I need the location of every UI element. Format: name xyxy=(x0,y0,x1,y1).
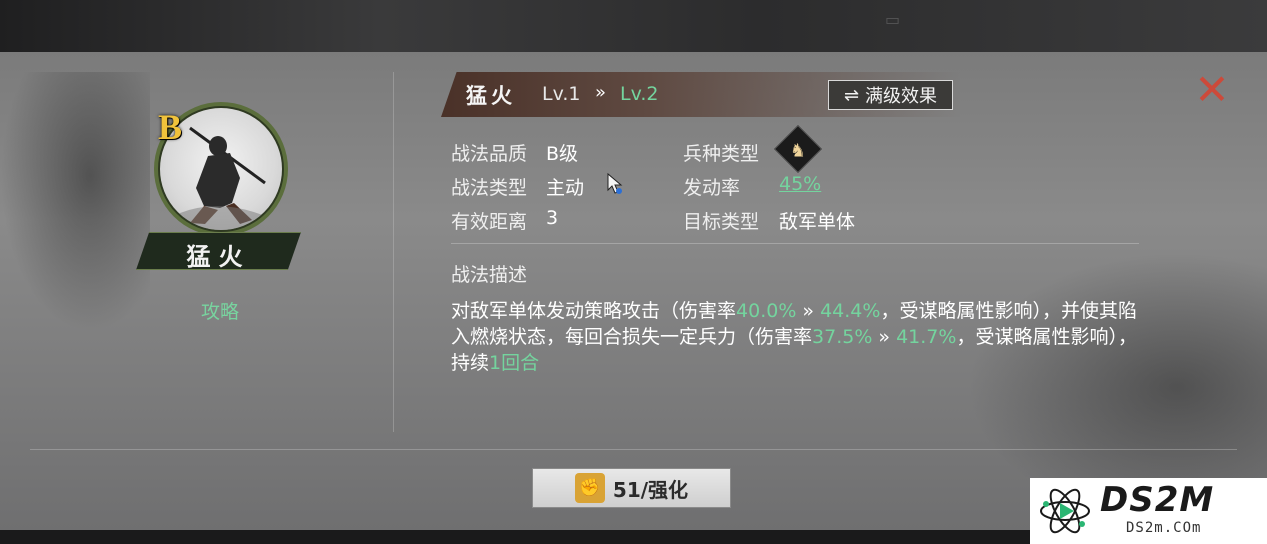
current-level: Lv.1 xyxy=(542,83,581,105)
mouse-cursor-icon xyxy=(607,172,623,194)
next-level: Lv.2 xyxy=(620,83,659,105)
vertical-divider xyxy=(393,72,394,432)
top-background-strip: ▭ xyxy=(0,0,1267,52)
background-tab-ghost: ▭ xyxy=(885,10,901,29)
watermark-brand: DS2M xyxy=(1100,480,1215,520)
range-value: 3 xyxy=(546,207,559,229)
desc-damage-rate-2-next: 41.7% xyxy=(896,326,957,348)
target-type-value: 敌军单体 xyxy=(779,211,856,233)
type-label: 战法类型 xyxy=(451,177,528,199)
enhance-button[interactable]: ✊ 51/强化 xyxy=(532,468,731,508)
desc-damage-rate-1-next: 44.4% xyxy=(820,300,881,322)
strategy-guide-link[interactable]: 攻略 xyxy=(190,297,250,324)
watermark-url: DS2m.COm xyxy=(1126,520,1202,536)
cavalry-icon: ♞ xyxy=(789,139,807,161)
troop-type-badge: ♞ xyxy=(773,124,823,174)
close-icon[interactable]: ✕ xyxy=(1192,69,1232,111)
trigger-rate-label: 发动率 xyxy=(683,177,741,199)
quality-value: B级 xyxy=(546,143,579,165)
type-value: 主动 xyxy=(546,177,585,199)
desc-text-1: 对敌军单体发动策略攻击（伤害率 xyxy=(451,300,737,322)
trigger-rate-value[interactable]: 45% xyxy=(779,173,821,195)
watermark: DS2M DS2m.COm xyxy=(1030,478,1267,544)
section-divider xyxy=(451,243,1139,244)
skill-description: 对敌军单体发动策略攻击（伤害率40.0% » 44.4%，受谋略属性影响），并使… xyxy=(451,298,1151,376)
desc-arrow-2: » xyxy=(872,326,897,348)
atom-logo-icon xyxy=(1040,488,1090,534)
max-level-effect-label: 满级效果 xyxy=(865,86,938,107)
enhance-label: 51/强化 xyxy=(612,477,689,502)
horizontal-divider xyxy=(30,449,1237,450)
skill-title: 猛火 xyxy=(466,84,516,108)
swap-icon: ⇌ xyxy=(843,84,860,106)
max-level-effect-button[interactable]: ⇌ 满级效果 xyxy=(828,80,953,110)
description-title: 战法描述 xyxy=(451,264,528,286)
desc-duration: 1回合 xyxy=(489,352,540,374)
target-type-label: 目标类型 xyxy=(683,211,760,233)
desc-arrow-1: » xyxy=(796,300,821,322)
range-label: 有效距离 xyxy=(451,211,528,233)
grade-badge: B xyxy=(158,107,183,147)
skill-name-plate: 猛火 xyxy=(136,232,301,270)
background-warrior-art xyxy=(0,72,150,332)
quality-label: 战法品质 xyxy=(451,143,528,165)
desc-damage-rate-2: 37.5% xyxy=(812,326,873,348)
level-arrow-icon: » xyxy=(595,82,607,103)
fist-icon: ✊ xyxy=(574,473,605,503)
troop-type-label: 兵种类型 xyxy=(683,143,760,165)
desc-damage-rate-1: 40.0% xyxy=(736,300,797,322)
skill-name-plate-text: 猛火 xyxy=(186,243,251,271)
skill-detail-panel: B 猛火 攻略 猛火 Lv.1 » Lv.2 ⇌ 满级效果 ✕ 战法品质 B级 … xyxy=(0,52,1267,530)
skill-portrait: B xyxy=(154,102,288,236)
